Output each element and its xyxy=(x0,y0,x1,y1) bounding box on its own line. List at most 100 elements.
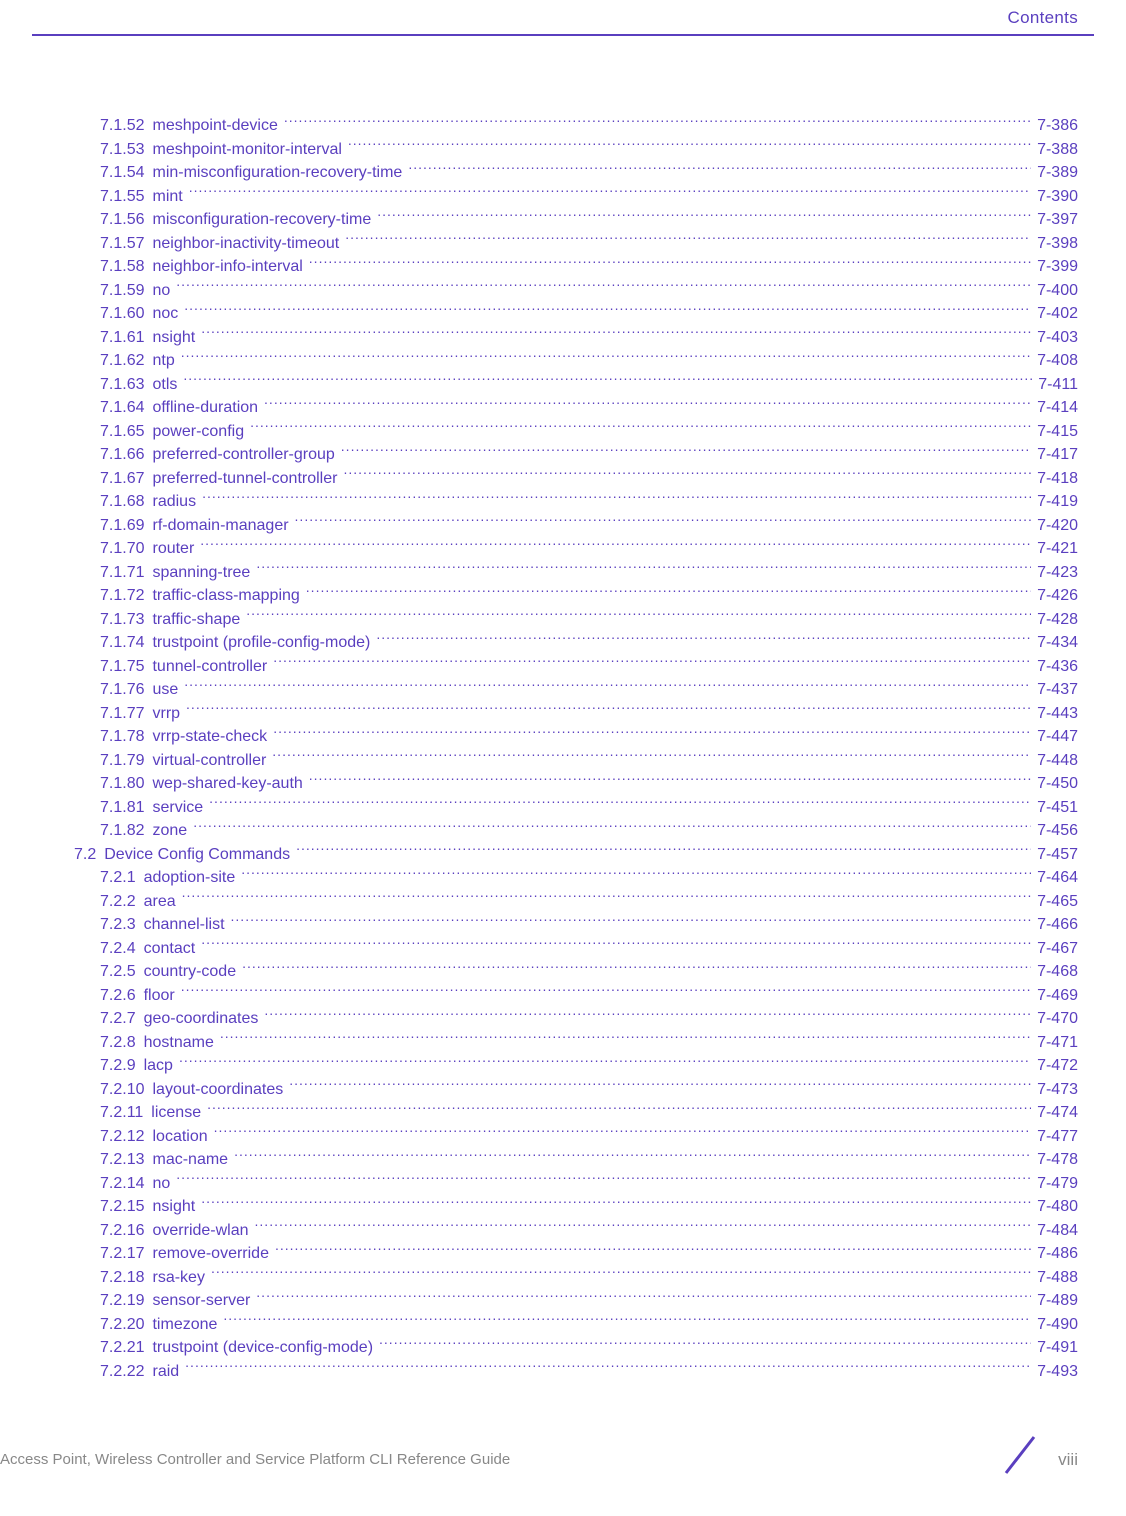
toc-entry[interactable]: 7.1.70router7-421 xyxy=(48,537,1078,561)
toc-entry-title: neighbor-info-interval xyxy=(152,256,302,279)
toc-entry[interactable]: 7.2.5country-code7-468 xyxy=(48,960,1078,984)
toc-entry-page: 7-415 xyxy=(1037,421,1078,444)
toc-entry-page: 7-434 xyxy=(1037,632,1078,655)
toc-entry-number: 7.1.82 xyxy=(100,820,144,843)
toc-entry[interactable]: 7.2.10layout-coordinates7-473 xyxy=(48,1078,1078,1102)
toc-entry-number: 7.2.2 xyxy=(100,891,136,914)
toc-entry[interactable]: 7.1.72traffic-class-mapping7-426 xyxy=(48,584,1078,608)
toc-entry-title: power-config xyxy=(152,421,244,444)
toc-entry-number: 7.1.72 xyxy=(100,585,144,608)
toc-entry-number: 7.1.78 xyxy=(100,726,144,749)
toc-entry-title: geo-coordinates xyxy=(144,1008,259,1031)
toc-entry[interactable]: 7.1.79virtual-controller7-448 xyxy=(48,749,1078,773)
toc-leader-dots xyxy=(202,490,1031,506)
toc-entry[interactable]: 7.1.75tunnel-controller7-436 xyxy=(48,655,1078,679)
toc-entry[interactable]: 7.2.6 floor 7-469 xyxy=(48,984,1078,1008)
toc-leader-dots xyxy=(408,161,1031,177)
toc-entry-page: 7-465 xyxy=(1037,891,1078,914)
toc-entry[interactable]: 7.1.55mint7-390 xyxy=(48,185,1078,209)
toc-entry-page: 7-420 xyxy=(1037,515,1078,538)
toc-entry-title: override-wlan xyxy=(152,1220,248,1243)
toc-entry[interactable]: 7.1.65power-config7-415 xyxy=(48,420,1078,444)
toc-entry-page: 7-469 xyxy=(1037,985,1078,1008)
toc-entry[interactable]: 7.2.8hostname7-471 xyxy=(48,1031,1078,1055)
toc-entry[interactable]: 7.1.59no7-400 xyxy=(48,279,1078,303)
toc-entry-title: floor xyxy=(144,985,175,1008)
toc-entry[interactable]: 7.2.17 remove-override 7-486 xyxy=(48,1242,1078,1266)
toc-entry[interactable]: 7.1.53meshpoint-monitor-interval7-388 xyxy=(48,138,1078,162)
toc-entry-number: 7.2.6 xyxy=(100,985,136,1008)
toc-entry[interactable]: 7.1.54min-misconfiguration-recovery-time… xyxy=(48,161,1078,185)
toc-entry[interactable]: 7.2.1adoption-site7-464 xyxy=(48,866,1078,890)
footer-guide-title: Access Point, Wireless Controller and Se… xyxy=(0,1451,510,1468)
toc-entry[interactable]: 7.1.57neighbor-inactivity-timeout7-398 xyxy=(48,232,1078,256)
toc-entry-title: tunnel-controller xyxy=(152,656,267,679)
toc-entry[interactable]: 7.2.12location7-477 xyxy=(48,1125,1078,1149)
toc-entry-number: 7.2.16 xyxy=(100,1220,144,1243)
toc-entry[interactable]: 7.2.22raid7-493 xyxy=(48,1360,1078,1384)
toc-entry[interactable]: 7.1.58neighbor-info-interval7-399 xyxy=(48,255,1078,279)
toc-entry[interactable]: 7.1.69rf-domain-manager7-420 xyxy=(48,514,1078,538)
toc-entry-number: 7.1.70 xyxy=(100,538,144,561)
toc-entry[interactable]: 7.2.21trustpoint (device-config-mode)7-4… xyxy=(48,1336,1078,1360)
toc-entry[interactable]: 7.1.61nsight7-403 xyxy=(48,326,1078,350)
toc-entry[interactable]: 7.1.64offline-duration7-414 xyxy=(48,396,1078,420)
toc-entry[interactable]: 7.2.16override-wlan7-484 xyxy=(48,1219,1078,1243)
toc-entry-number: 7.1.68 xyxy=(100,491,144,514)
toc-entry-page: 7-486 xyxy=(1037,1243,1078,1266)
toc-entry[interactable]: 7.1.77vrrp7-443 xyxy=(48,702,1078,726)
toc-entry[interactable]: 7.2.18rsa-key7-488 xyxy=(48,1266,1078,1290)
toc-entry-page: 7-447 xyxy=(1037,726,1078,749)
toc-entry[interactable]: 7.1.82zone7-456 xyxy=(48,819,1078,843)
toc-entry[interactable]: 7.1.66preferred-controller-group7-417 xyxy=(48,443,1078,467)
toc-leader-dots xyxy=(181,984,1031,1000)
toc-entry[interactable]: 7.1.60noc7-402 xyxy=(48,302,1078,326)
toc-entry[interactable]: 7.2.9lacp7-472 xyxy=(48,1054,1078,1078)
toc-entry[interactable]: 7.1.71spanning-tree7-423 xyxy=(48,561,1078,585)
toc-leader-dots xyxy=(220,1031,1031,1047)
toc-entry-page: 7-473 xyxy=(1037,1079,1078,1102)
toc-entry-page: 7-423 xyxy=(1037,562,1078,585)
toc-entry[interactable]: 7.1.68radius7-419 xyxy=(48,490,1078,514)
toc-leader-dots xyxy=(182,890,1031,906)
toc-leader-dots xyxy=(209,796,1031,812)
toc-entry[interactable]: 7.2.7geo-coordinates7-470 xyxy=(48,1007,1078,1031)
toc-entry-page: 7-490 xyxy=(1037,1314,1078,1337)
toc-entry-title: ntp xyxy=(152,350,174,373)
toc-entry[interactable]: 7.1.78vrrp-state-check7-447 xyxy=(48,725,1078,749)
toc-entry-number: 7.1.61 xyxy=(100,327,144,350)
toc-entry-title: rf-domain-manager xyxy=(152,515,288,538)
toc-entry[interactable]: 7.2.4contact7-467 xyxy=(48,937,1078,961)
toc-entry-page: 7-448 xyxy=(1037,750,1078,773)
toc-entry[interactable]: 7.2.20timezone7-490 xyxy=(48,1313,1078,1337)
toc-entry-title: remove-override xyxy=(152,1243,268,1266)
toc-entry-title: mint xyxy=(152,186,182,209)
toc-entry[interactable]: 7.2.15nsight7-480 xyxy=(48,1195,1078,1219)
toc-entry[interactable]: 7.2.2area7-465 xyxy=(48,890,1078,914)
toc-entry-number: 7.2.17 xyxy=(100,1243,144,1266)
toc-entry[interactable]: 7.1.62ntp7-408 xyxy=(48,349,1078,373)
toc-entry[interactable]: 7.1.80wep-shared-key-auth7-450 xyxy=(48,772,1078,796)
toc-entry[interactable]: 7.2.14no7-479 xyxy=(48,1172,1078,1196)
toc-entry-page: 7-443 xyxy=(1037,703,1078,726)
toc-entry-title: hostname xyxy=(144,1032,214,1055)
toc-entry[interactable]: 7.2.19sensor-server7-489 xyxy=(48,1289,1078,1313)
toc-entry-number: 7.1.57 xyxy=(100,233,144,256)
toc-entry[interactable]: 7.2.11license7-474 xyxy=(48,1101,1078,1125)
toc-entry[interactable]: 7.2Device Config Commands7-457 xyxy=(48,843,1078,867)
toc-entry-page: 7-418 xyxy=(1037,468,1078,491)
toc-entry[interactable]: 7.1.74trustpoint (profile-config-mode)7-… xyxy=(48,631,1078,655)
toc: 7.1.52meshpoint-device7-3867.1.53meshpoi… xyxy=(48,114,1078,1383)
toc-entry[interactable]: 7.2.13mac-name7-478 xyxy=(48,1148,1078,1172)
footer: Access Point, Wireless Controller and Se… xyxy=(0,1438,1126,1478)
toc-entry[interactable]: 7.1.63otls7-411 xyxy=(48,373,1078,397)
toc-entry-page: 7-493 xyxy=(1037,1361,1078,1384)
toc-entry-title: layout-coordinates xyxy=(152,1079,283,1102)
toc-entry[interactable]: 7.1.67preferred-tunnel-controller7-418 xyxy=(48,467,1078,491)
toc-entry[interactable]: 7.1.81service7-451 xyxy=(48,796,1078,820)
toc-entry[interactable]: 7.1.76use7-437 xyxy=(48,678,1078,702)
toc-entry[interactable]: 7.1.73traffic-shape7-428 xyxy=(48,608,1078,632)
toc-entry[interactable]: 7.1.52meshpoint-device7-386 xyxy=(48,114,1078,138)
toc-entry[interactable]: 7.1.56misconfiguration-recovery-time7-39… xyxy=(48,208,1078,232)
toc-entry[interactable]: 7.2.3channel-list7-466 xyxy=(48,913,1078,937)
